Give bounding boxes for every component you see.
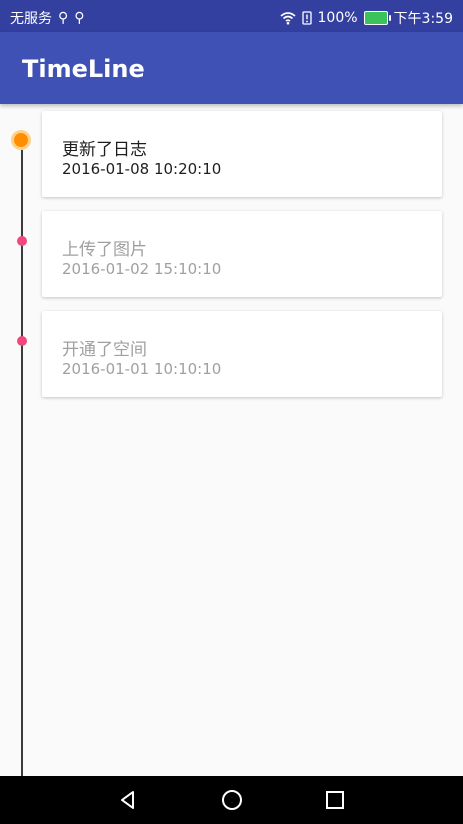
timeline-card[interactable]: 更新了日志 2016-01-08 10:20:10 bbox=[42, 111, 442, 197]
back-icon[interactable] bbox=[118, 790, 138, 810]
timeline-dot bbox=[17, 336, 27, 346]
timeline-dot bbox=[17, 236, 27, 246]
timeline-card-title: 开通了空间 bbox=[62, 340, 147, 360]
timeline-dot-active bbox=[14, 133, 28, 147]
usb-icon: ⚲ bbox=[58, 10, 69, 26]
battery-percent: 100% bbox=[317, 10, 358, 26]
usb-icon: ⚲ bbox=[74, 10, 85, 26]
status-bar: 无服务 ⚲ ⚲ 100% 下午3:59 bbox=[0, 0, 463, 32]
recent-apps-icon[interactable] bbox=[325, 790, 345, 810]
timeline-card-time: 2016-01-08 10:20:10 bbox=[62, 160, 222, 178]
app-bar: TimeLine bbox=[0, 32, 463, 104]
navigation-bar bbox=[0, 776, 463, 824]
timeline-card-title: 更新了日志 bbox=[62, 140, 147, 160]
battery-icon bbox=[363, 11, 391, 25]
timeline-card-time: 2016-01-02 15:10:10 bbox=[62, 260, 222, 278]
timeline-card-time: 2016-01-01 10:10:10 bbox=[62, 360, 222, 378]
clock: 下午3:59 bbox=[393, 11, 453, 27]
timeline-card[interactable]: 开通了空间 2016-01-01 10:10:10 bbox=[42, 311, 442, 397]
sim-card-alert-icon bbox=[301, 11, 312, 25]
status-left: 无服务 ⚲ ⚲ bbox=[10, 8, 85, 28]
status-right: 100% 下午3:59 bbox=[279, 8, 453, 28]
home-icon[interactable] bbox=[221, 789, 243, 811]
app-title: TimeLine bbox=[22, 55, 145, 83]
timeline-card[interactable]: 上传了图片 2016-01-02 15:10:10 bbox=[42, 211, 442, 297]
timeline-card-title: 上传了图片 bbox=[62, 240, 147, 260]
wifi-icon bbox=[279, 12, 296, 25]
carrier-text: 无服务 bbox=[10, 11, 52, 27]
